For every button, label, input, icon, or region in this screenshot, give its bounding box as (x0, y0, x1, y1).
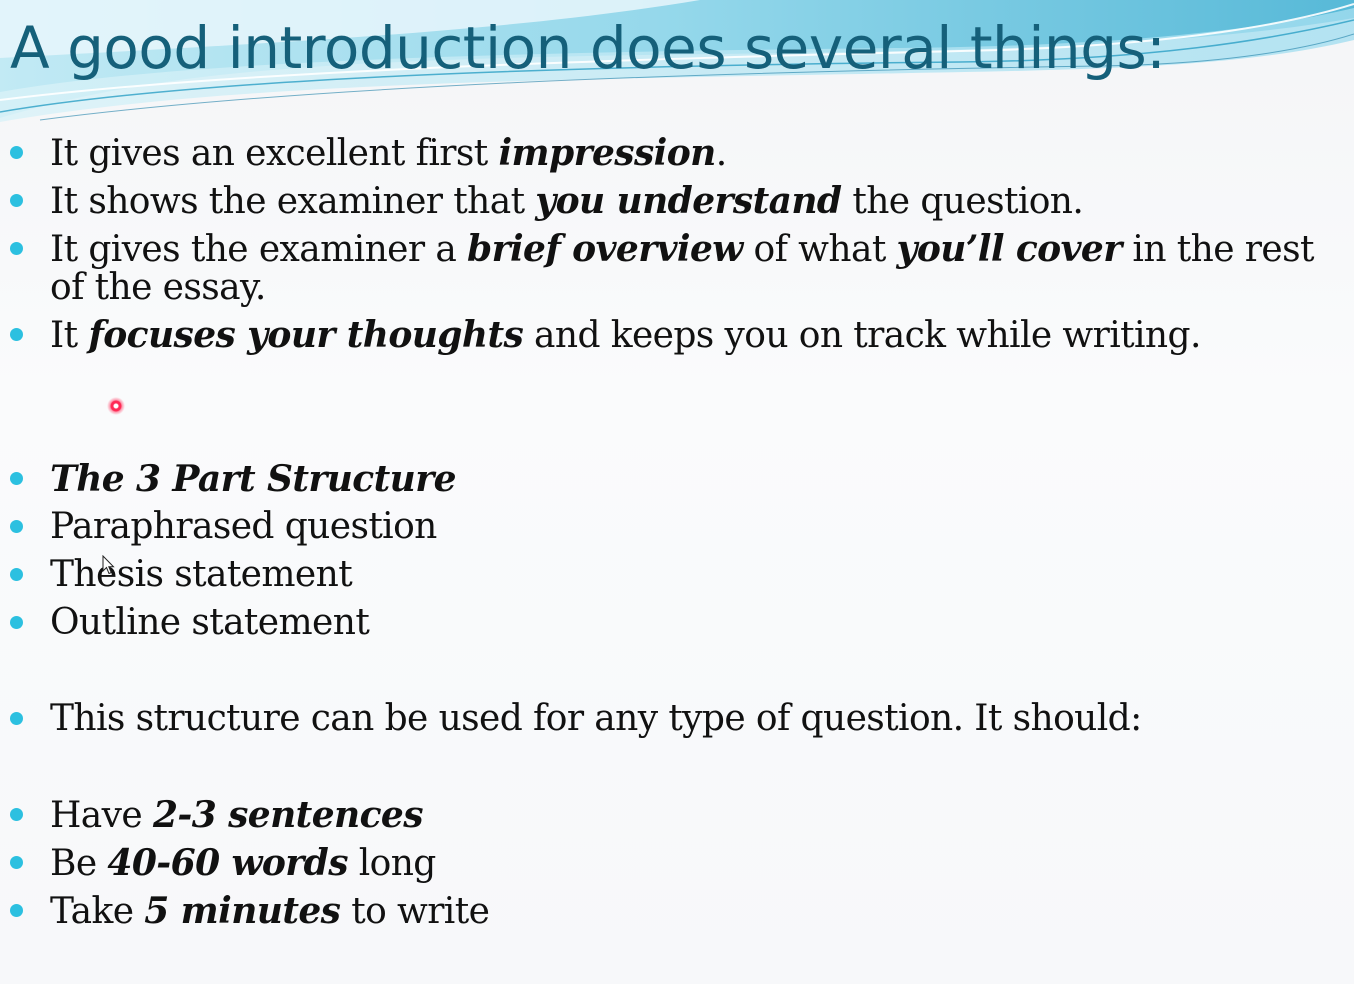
bullet-dot-icon (10, 904, 23, 917)
bullet-text: This structure can be used for any type … (50, 698, 1142, 739)
bullet-text: Be (50, 843, 108, 884)
bullet-text: It gives an excellent first (50, 133, 499, 174)
bullet-item: Outline statement (10, 602, 1320, 643)
bullet-text: to write (340, 891, 490, 932)
bullet-emphasis: you’ll cover (896, 228, 1123, 270)
bullet-text: the question. (841, 181, 1084, 222)
bullet-emphasis: impression (498, 132, 716, 174)
bullet-text: long (347, 843, 437, 884)
bullet-text: of what (742, 229, 897, 270)
bullet-dot-icon (10, 146, 23, 159)
bullet-text: Outline statement (50, 602, 370, 643)
bullet-emphasis: you understand (535, 180, 842, 222)
bullet-text: It gives the examiner a (50, 229, 468, 270)
bullet-emphasis: 2-3 sentences (152, 794, 424, 836)
bullet-dot-icon (10, 242, 23, 255)
bullet-dot-icon (10, 472, 23, 485)
bullet-item: Have 2-3 sentences (10, 794, 1320, 836)
bullet-text: Have (50, 795, 153, 836)
bullet-dot-icon (10, 712, 23, 725)
bullet-emphasis: 5 minutes (144, 890, 341, 932)
bullet-dot-icon (10, 520, 23, 533)
bullet-item: It gives the examiner a brief overview o… (10, 228, 1320, 307)
bullet-emphasis: brief overview (467, 228, 743, 270)
bullet-dot-icon (10, 616, 23, 629)
bullet-item: This structure can be used for any type … (10, 698, 1320, 739)
bullet-item: The 3 Part Structure (10, 458, 1320, 500)
bullet-text: It shows the examiner that (50, 181, 536, 222)
bullet-dot-icon (10, 328, 23, 341)
bullet-dot-icon (10, 808, 23, 821)
bullet-text: It (50, 315, 89, 356)
bullet-item: It focuses your thoughts and keeps you o… (10, 314, 1320, 356)
presentation-slide: A good introduction does several things:… (0, 0, 1354, 984)
bullet-item: Be 40-60 words long (10, 842, 1320, 884)
bullet-emphasis: The 3 Part Structure (50, 458, 457, 500)
bullet-item: Take 5 minutes to write (10, 890, 1320, 932)
bullet-item: It shows the examiner that you understan… (10, 180, 1320, 222)
bullet-text: Take (50, 891, 145, 932)
bullet-dot-icon (10, 856, 23, 869)
bullet-item: Paraphrased question (10, 506, 1320, 547)
bullet-item: It gives an excellent first impression. (10, 132, 1320, 174)
bullet-text: and keeps you on track while writing. (523, 315, 1201, 356)
laser-pointer-dot (107, 397, 125, 415)
bullet-dot-icon (10, 194, 23, 207)
bullet-emphasis: 40-60 words (107, 842, 348, 884)
bullet-dot-icon (10, 568, 23, 581)
bullet-text: Thesis statement (50, 554, 353, 595)
mouse-cursor-icon (102, 555, 115, 575)
bullet-text: . (715, 133, 727, 174)
bullet-item: Thesis statement (10, 554, 1320, 595)
slide-title: A good introduction does several things: (10, 14, 1166, 82)
bullet-emphasis: focuses your thoughts (88, 314, 524, 356)
bullet-text: Paraphrased question (50, 506, 437, 547)
